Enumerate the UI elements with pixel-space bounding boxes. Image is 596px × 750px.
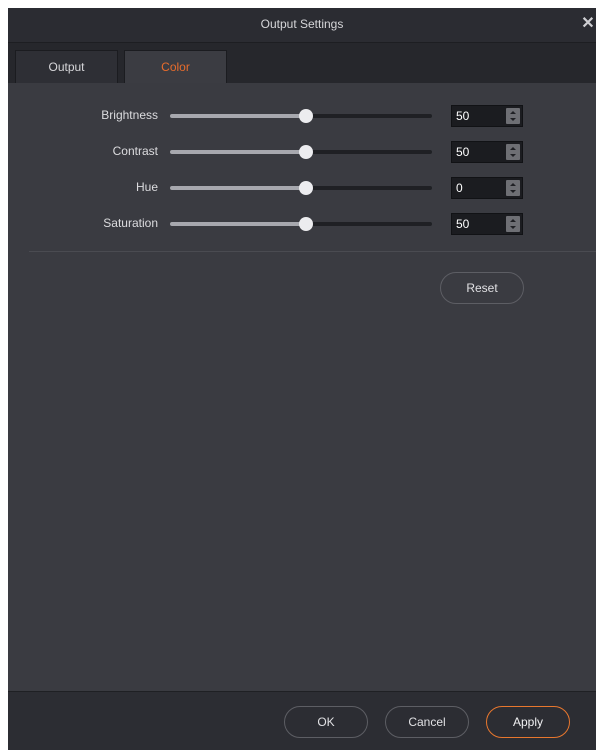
cancel-button[interactable]: Cancel: [385, 706, 469, 738]
section-divider: [29, 251, 596, 252]
brightness-slider[interactable]: [170, 109, 432, 123]
slider-fill: [170, 150, 306, 154]
hue-spinbox[interactable]: 0: [451, 177, 523, 199]
arrow-up-icon[interactable]: [510, 147, 516, 150]
saturation-row: Saturation 50: [8, 213, 596, 235]
arrow-up-icon[interactable]: [510, 219, 516, 222]
brightness-label: Brightness: [101, 108, 158, 122]
slider-fill: [170, 114, 306, 118]
arrow-up-icon[interactable]: [510, 111, 516, 114]
spin-arrows[interactable]: [506, 108, 520, 124]
slider-fill: [170, 222, 306, 226]
tab-color[interactable]: Color: [124, 50, 227, 84]
color-panel: Brightness 50 Contrast 50 Hue 0 Saturati…: [8, 83, 596, 691]
saturation-value[interactable]: 50: [456, 217, 496, 231]
slider-fill: [170, 186, 306, 190]
contrast-slider[interactable]: [170, 145, 432, 159]
output-settings-dialog: Output Settings ✕ Output Color Brightnes…: [8, 8, 596, 750]
reset-button[interactable]: Reset: [440, 272, 524, 304]
brightness-spinbox[interactable]: 50: [451, 105, 523, 127]
brightness-row: Brightness 50: [8, 105, 596, 127]
spin-arrows[interactable]: [506, 144, 520, 160]
title-bar: Output Settings ✕: [8, 8, 596, 43]
arrow-down-icon[interactable]: [510, 154, 516, 157]
ok-button[interactable]: OK: [284, 706, 368, 738]
saturation-spinbox[interactable]: 50: [451, 213, 523, 235]
hue-row: Hue 0: [8, 177, 596, 199]
apply-button[interactable]: Apply: [486, 706, 570, 738]
arrow-up-icon[interactable]: [510, 183, 516, 186]
contrast-label: Contrast: [112, 144, 158, 158]
contrast-row: Contrast 50: [8, 141, 596, 163]
spin-arrows[interactable]: [506, 216, 520, 232]
arrow-down-icon[interactable]: [510, 190, 516, 193]
hue-slider[interactable]: [170, 181, 432, 195]
contrast-value[interactable]: 50: [456, 145, 496, 159]
arrow-down-icon[interactable]: [510, 118, 516, 121]
hue-value[interactable]: 0: [456, 181, 496, 195]
dialog-title: Output Settings: [260, 17, 344, 31]
hue-label: Hue: [135, 180, 158, 194]
slider-thumb[interactable]: [299, 181, 313, 195]
spin-arrows[interactable]: [506, 180, 520, 196]
close-icon[interactable]: ✕: [580, 14, 596, 34]
tab-bar: Output Color: [8, 43, 596, 84]
saturation-label: Saturation: [103, 216, 158, 230]
contrast-spinbox[interactable]: 50: [451, 141, 523, 163]
slider-thumb[interactable]: [299, 145, 313, 159]
slider-thumb[interactable]: [299, 109, 313, 123]
saturation-slider[interactable]: [170, 217, 432, 231]
dialog-footer: OK Cancel Apply: [8, 691, 596, 750]
arrow-down-icon[interactable]: [510, 226, 516, 229]
slider-thumb[interactable]: [299, 217, 313, 231]
tab-output[interactable]: Output: [15, 50, 118, 83]
brightness-value[interactable]: 50: [456, 109, 496, 123]
